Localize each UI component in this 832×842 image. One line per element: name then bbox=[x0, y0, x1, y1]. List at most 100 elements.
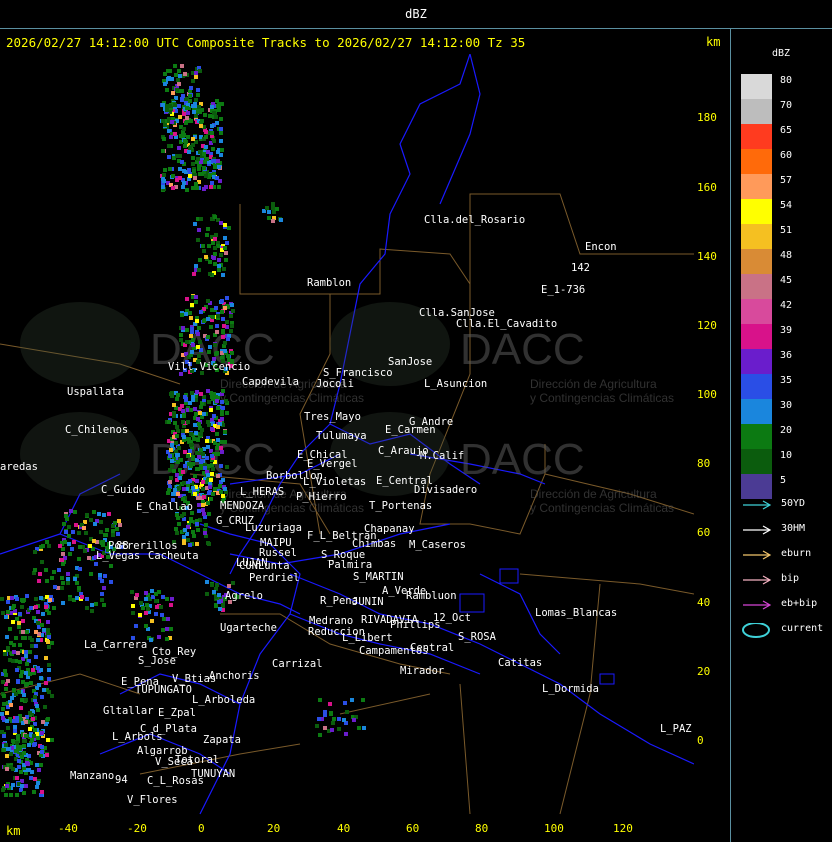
echo-pixel bbox=[168, 468, 172, 472]
echo-pixel bbox=[192, 110, 196, 114]
echo-pixel bbox=[204, 145, 208, 149]
echo-pixel bbox=[318, 733, 322, 737]
echo-pixel bbox=[28, 650, 32, 654]
echo-pixel bbox=[194, 71, 198, 75]
echo-pixel bbox=[14, 749, 18, 753]
echo-pixel bbox=[265, 206, 269, 210]
echo-pixel bbox=[15, 793, 19, 797]
echo-pixel bbox=[109, 580, 113, 584]
echo-pixel bbox=[225, 296, 229, 300]
legend-value: 54 bbox=[780, 200, 793, 211]
echo-pixel bbox=[169, 476, 173, 480]
x-tick-label: -20 bbox=[127, 822, 147, 835]
place-label: Luzuriaga bbox=[245, 522, 302, 534]
x-tick-label: -40 bbox=[58, 822, 78, 835]
echo-pixel bbox=[190, 330, 194, 334]
echo-pixel bbox=[11, 767, 15, 771]
echo-pixel bbox=[178, 167, 182, 171]
echo-pixel bbox=[175, 397, 179, 401]
echo-pixel bbox=[177, 522, 181, 526]
watermark-line: y Contingencias Climáticas bbox=[530, 391, 674, 405]
place-label: L_Arboleda bbox=[192, 694, 256, 706]
echo-pixel bbox=[107, 512, 111, 516]
y-tick-label: 180 bbox=[697, 111, 717, 124]
echo-pixel bbox=[219, 221, 223, 225]
echo-pixel bbox=[217, 264, 221, 268]
echo-pixel bbox=[343, 701, 347, 705]
echo-pixel bbox=[13, 725, 17, 729]
echo-pixel bbox=[217, 600, 221, 604]
echo-pixel bbox=[188, 449, 192, 453]
echo-pixel bbox=[323, 710, 327, 714]
echo-pixel bbox=[161, 149, 165, 153]
echo-pixel bbox=[211, 467, 215, 471]
echo-pixel bbox=[44, 656, 48, 660]
echo-pixel bbox=[67, 534, 71, 538]
echo-pixel bbox=[166, 77, 170, 81]
echo-pixel bbox=[102, 513, 106, 517]
echo-pixel bbox=[12, 650, 16, 654]
y-tick-label: 120 bbox=[697, 319, 717, 332]
echo-pixel bbox=[185, 429, 189, 433]
echo-pixel bbox=[155, 605, 159, 609]
echo-pixel bbox=[362, 726, 366, 730]
echo-pixel bbox=[177, 146, 181, 150]
echo-pixel bbox=[2, 702, 6, 706]
echo-pixel bbox=[161, 595, 165, 599]
echo-pixel bbox=[184, 398, 188, 402]
echo-pixel bbox=[20, 698, 24, 702]
echo-pixel bbox=[92, 539, 96, 543]
legend-swatch bbox=[741, 174, 772, 199]
place-label: L_PAZ bbox=[660, 723, 692, 735]
echo-pixel bbox=[46, 631, 50, 635]
legend-swatch bbox=[741, 149, 772, 174]
echo-pixel bbox=[217, 268, 221, 272]
echo-pixel bbox=[199, 217, 203, 221]
echo-pixel bbox=[344, 732, 348, 736]
echo-pixel bbox=[167, 144, 171, 148]
echo-pixel bbox=[224, 399, 228, 403]
legend-swatch bbox=[741, 249, 772, 274]
echo-pixel bbox=[219, 127, 223, 131]
place-label: 142 bbox=[571, 262, 590, 274]
echo-pixel bbox=[194, 300, 198, 304]
legend-swatch bbox=[741, 274, 772, 299]
echo-pixel bbox=[210, 427, 214, 431]
echo-pixel bbox=[41, 720, 45, 724]
echo-pixel bbox=[185, 328, 189, 332]
echo-pixel bbox=[16, 651, 20, 655]
echo-pixel bbox=[72, 540, 76, 544]
place-label: TUPUNGATO bbox=[135, 684, 192, 696]
echo-pixel bbox=[183, 528, 187, 532]
place-label: Rambluon bbox=[406, 590, 457, 602]
echo-pixel bbox=[210, 454, 214, 458]
echo-pixel bbox=[47, 611, 51, 615]
echo-pixel bbox=[206, 335, 210, 339]
echo-pixel bbox=[116, 532, 120, 536]
echo-pixel bbox=[75, 596, 79, 600]
echo-pixel bbox=[97, 512, 101, 516]
echo-pixel bbox=[77, 531, 81, 535]
arrow-icon bbox=[743, 600, 772, 610]
echo-pixel bbox=[67, 542, 71, 546]
echo-pixel bbox=[170, 459, 174, 463]
echo-pixel bbox=[196, 238, 200, 242]
echo-pixel bbox=[207, 491, 211, 495]
echo-pixel bbox=[214, 233, 218, 237]
echo-pixel bbox=[32, 790, 36, 794]
place-label: Agrelo bbox=[225, 590, 263, 602]
echo-pixel bbox=[180, 64, 184, 68]
echo-pixel bbox=[15, 617, 19, 621]
echo-pixel bbox=[209, 325, 213, 329]
echo-pixel bbox=[217, 102, 221, 106]
echo-pixel bbox=[83, 549, 87, 553]
echo-pixel bbox=[221, 389, 225, 393]
legend-value: 57 bbox=[780, 175, 793, 186]
echo-pixel bbox=[34, 597, 38, 601]
echo-pixel bbox=[329, 711, 333, 715]
echo-pixel bbox=[77, 586, 81, 590]
echo-pixel bbox=[134, 624, 138, 628]
place-label: Perdriel bbox=[249, 572, 300, 584]
echo-pixel bbox=[100, 598, 104, 602]
echo-pixel bbox=[5, 767, 9, 771]
